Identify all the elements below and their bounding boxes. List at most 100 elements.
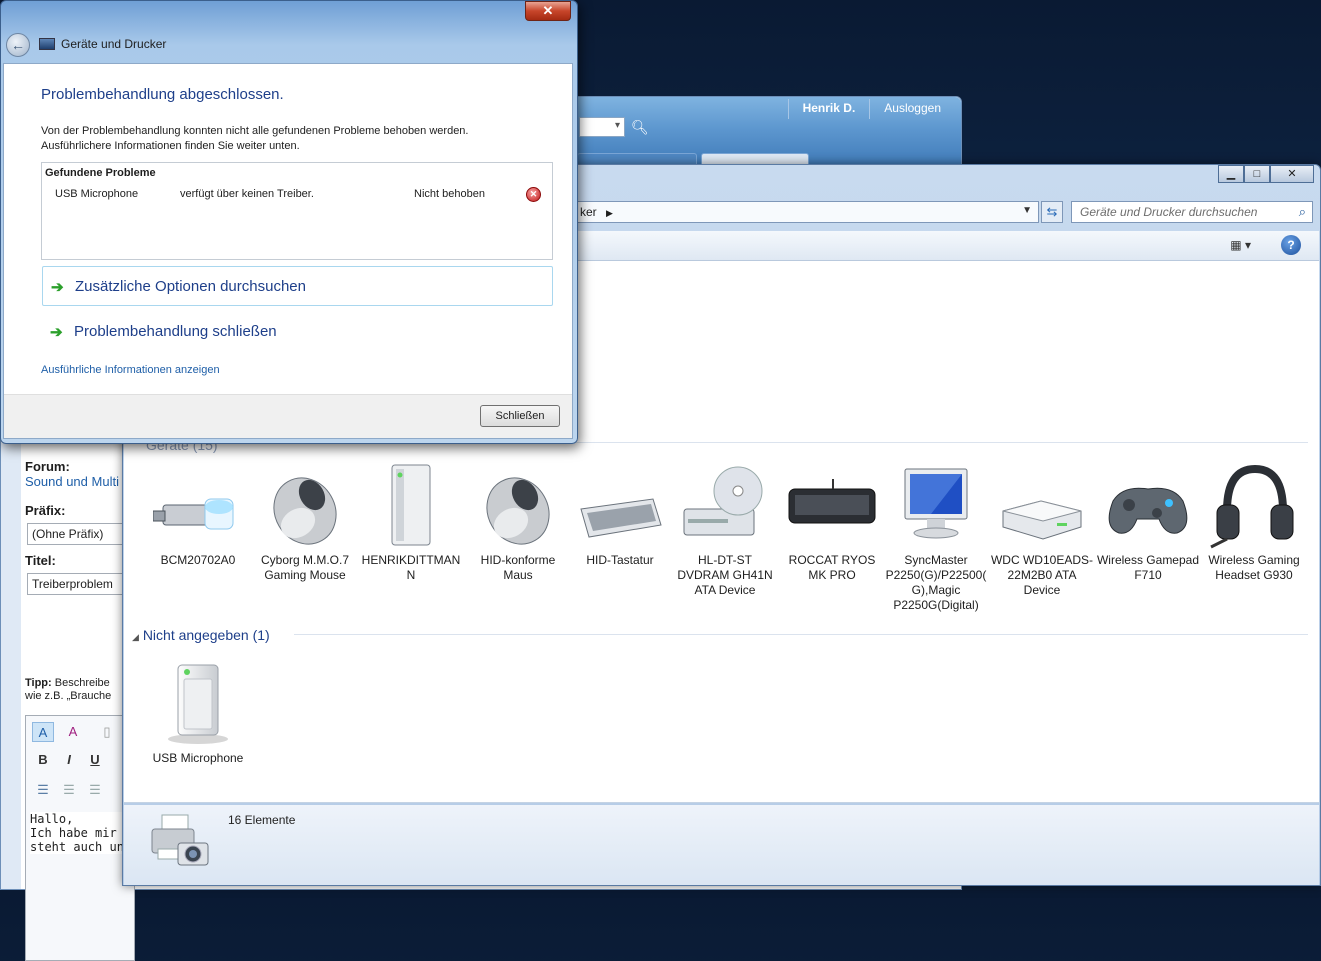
more-options-label: Zusätzliche Optionen durchsuchen <box>75 278 306 295</box>
message-editor: A A ▯ B I U ☰ ☰ ☰ Hallo, Ich habe mir d … <box>25 715 135 961</box>
editor-line-3: steht auch un <box>30 840 124 854</box>
search-placeholder: Geräte und Drucker durchsuchen <box>1080 205 1258 219</box>
more-options-link[interactable]: ➔ Zusätzliche Optionen durchsuchen <box>42 266 553 306</box>
device-label: HID-Tastatur <box>586 553 654 567</box>
minimize-button[interactable]: ▁ <box>1218 165 1244 183</box>
bold-icon[interactable]: B <box>32 750 54 770</box>
problem-description: verfügt über keinen Treiber. <box>180 188 314 200</box>
title-field: Titel: <box>25 553 56 568</box>
editor-line-2: Ich habe mir d <box>30 826 132 840</box>
device-usb-microphone[interactable]: USB Microphone <box>146 659 250 766</box>
printer-camera-icon <box>151 814 209 866</box>
title-label: Titel: <box>25 553 56 568</box>
computer-tower-icon <box>366 461 456 553</box>
dialog-heading: Problembehandlung abgeschlossen. <box>41 86 284 103</box>
search-icon[interactable]: ⌕ <box>1299 204 1306 220</box>
mouse-icon <box>473 461 563 553</box>
address-dropdown-icon[interactable]: ▼ <box>1022 205 1032 216</box>
collapse-chevron-icon[interactable]: ◢ <box>132 632 139 642</box>
forum-label: Forum: <box>25 459 70 474</box>
align-center-icon[interactable]: ☰ <box>58 780 80 800</box>
device-label: SyncMaster P2250(G)/P22500(G),Magic P225… <box>885 553 987 612</box>
forum-link[interactable]: Sound und Multi <box>25 474 119 489</box>
gaming-keyboard-icon <box>787 461 877 553</box>
tip-line2: wie z.B. „Brauche <box>25 690 112 702</box>
close-button[interactable]: ✕ <box>1270 165 1314 183</box>
logout-link[interactable]: Ausloggen <box>869 99 955 119</box>
address-tail: ker <box>580 205 597 219</box>
device-label: BCM20702A0 <box>160 553 236 567</box>
italic-icon[interactable]: I <box>58 750 80 770</box>
forum-field: Forum: Sound und Multi <box>25 459 119 489</box>
green-arrow-icon: ➔ <box>51 279 64 296</box>
hard-drive-icon <box>997 461 1087 553</box>
dialog-footer: Schließen <box>4 394 572 438</box>
gamepad-icon <box>1103 461 1193 553</box>
close-troubleshooter-link[interactable]: ➔ Problembehandlung schließen <box>42 312 553 352</box>
dialog-titlebar: Geräte und Drucker <box>39 37 166 51</box>
device-7[interactable]: SyncMaster P2250(G)/P22500(G),Magic P225… <box>884 461 988 613</box>
device-label: ROCCAT RYOS MK PRO <box>788 553 876 582</box>
device-10[interactable]: Wireless Gaming Headset G930 <box>1202 461 1306 583</box>
editor-text[interactable]: Hallo, Ich habe mir d steht auch un <box>30 812 134 854</box>
device-5[interactable]: HL-DT-ST DVDRAM GH41N ATA Device <box>673 461 777 598</box>
close-dialog-button[interactable]: Schließen <box>480 405 560 427</box>
remove-format-icon[interactable]: A <box>62 722 84 742</box>
device-8[interactable]: WDC WD10EADS-22M2B0 ATA Device <box>990 461 1094 598</box>
device-label: HID-konforme Maus <box>480 553 556 582</box>
dialog-close-icon[interactable]: ✕ <box>525 1 571 21</box>
user-box: Henrik D. Ausloggen <box>787 99 955 119</box>
dialog-content: Problembehandlung abgeschlossen. Von der… <box>3 63 573 439</box>
monitor-icon <box>891 461 981 553</box>
prefix-field: Präfix: <box>25 503 65 518</box>
site-search-icon[interactable]: 🔍︎ <box>631 119 649 136</box>
group-unspecified-label: Nicht angegeben (1) <box>142 627 270 643</box>
tip-bold: Tipp: <box>25 677 52 689</box>
details-pane: 16 Elemente <box>124 805 1319 885</box>
problems-header: Gefundene Probleme <box>45 167 156 179</box>
group-divider-2 <box>294 634 1308 635</box>
problem-status: Nicht behoben <box>414 188 485 200</box>
mouse-icon <box>260 461 350 553</box>
breadcrumb-chevron-icon[interactable]: ▶ <box>606 208 613 218</box>
back-arrow-icon[interactable]: ← <box>6 33 30 57</box>
maximize-button[interactable]: □ <box>1244 165 1270 183</box>
device-2[interactable]: HENRIKDITTMANN <box>359 461 463 583</box>
device-6[interactable]: ROCCAT RYOS MK PRO <box>780 461 884 583</box>
details-link[interactable]: Ausführliche Informationen anzeigen <box>41 364 220 376</box>
green-arrow-icon: ➔ <box>50 324 63 341</box>
search-input[interactable]: Geräte und Drucker durchsuchen ⌕ <box>1071 201 1313 223</box>
font-style-icon[interactable]: A <box>32 722 54 742</box>
paste-icon[interactable]: ▯ <box>96 722 118 742</box>
underline-icon[interactable]: U <box>84 750 106 770</box>
message-line-2: Ausführlichere Informationen finden Sie … <box>41 140 300 152</box>
devices-printers-icon <box>39 38 55 50</box>
optical-drive-icon <box>680 461 770 553</box>
device-3[interactable]: HID-konforme Maus <box>466 461 570 583</box>
prefix-select[interactable]: (Ohne Präfix) <box>27 523 137 545</box>
align-left-icon[interactable]: ☰ <box>32 780 54 800</box>
group-unspecified-heading[interactable]: ◢ Nicht angegeben (1) <box>132 627 270 643</box>
help-icon[interactable]: ? <box>1281 235 1301 255</box>
site-search-select[interactable] <box>579 117 625 137</box>
device-4[interactable]: HID-Tastatur <box>568 461 672 568</box>
refresh-icon[interactable]: ⇆ <box>1041 201 1063 223</box>
user-name-link[interactable]: Henrik D. <box>787 99 870 119</box>
device-9[interactable]: Wireless Gamepad F710 <box>1096 461 1200 583</box>
device-label: USB Microphone <box>152 751 244 765</box>
view-options-icon[interactable]: ▦ ▾ <box>1230 238 1251 252</box>
keyboard-icon <box>575 461 665 553</box>
device-label: HENRIKDITTMANN <box>361 553 461 582</box>
title-input[interactable]: Treiberproblem <box>27 573 137 595</box>
headset-icon <box>1209 461 1299 553</box>
generic-device-icon <box>153 659 243 751</box>
usb-bluetooth-icon <box>152 461 243 553</box>
align-right-icon[interactable]: ☰ <box>84 780 106 800</box>
tip-body: Beschreibe <box>51 677 110 689</box>
device-label: WDC WD10EADS-22M2B0 ATA Device <box>990 553 1093 597</box>
close-troubleshooter-label: Problembehandlung schließen <box>74 323 277 340</box>
device-1[interactable]: Cyborg M.M.O.7 Gaming Mouse <box>253 461 357 583</box>
device-0[interactable]: BCM20702A0 <box>146 461 250 568</box>
caption-buttons: ▁ □ ✕ <box>1218 165 1314 183</box>
tip-text: Tipp: Beschreibe wie z.B. „Brauche <box>25 677 135 703</box>
